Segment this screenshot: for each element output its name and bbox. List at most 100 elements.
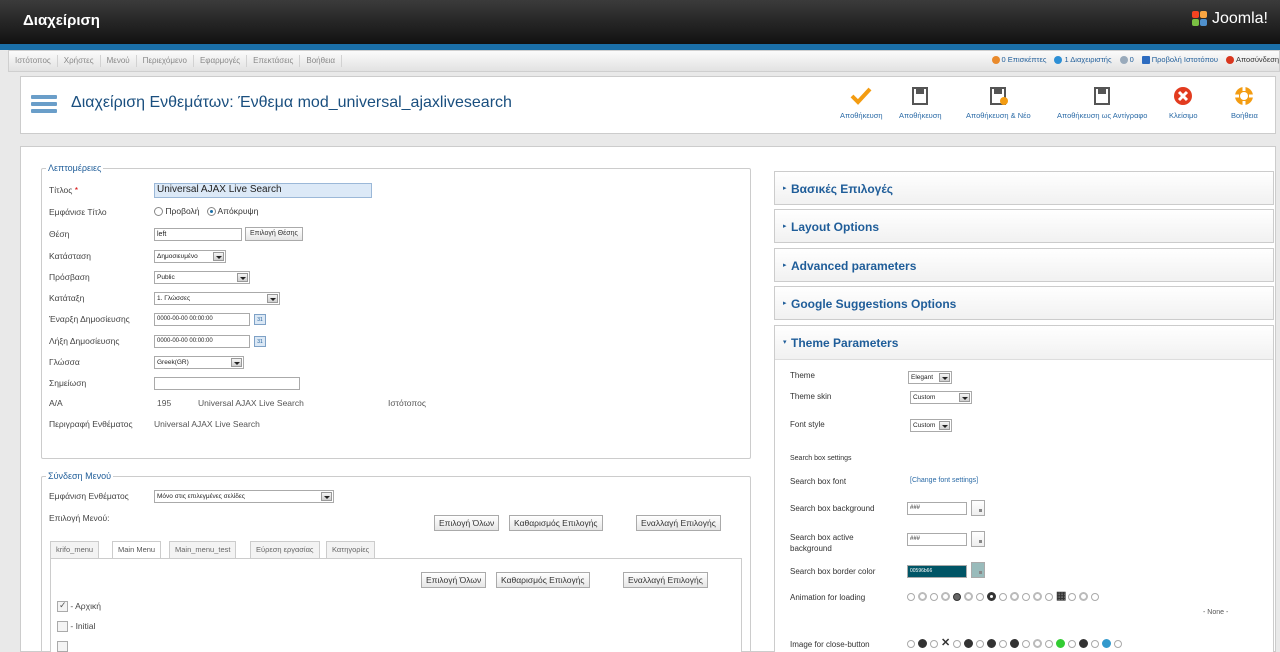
- menu-content[interactable]: Περιεχόμενο: [137, 55, 194, 67]
- close-dark-icon: [1079, 639, 1088, 648]
- save-new-button[interactable]: Αποθήκευση & Νέο: [966, 85, 1031, 120]
- publish-up-input[interactable]: 0000-00-00 00:00:00: [154, 313, 250, 326]
- tab-toggle-selection-button[interactable]: Εναλλαγή Επιλογής: [623, 572, 708, 588]
- module-assignment-select[interactable]: Μόνο στις επιλεγμένες σελίδες: [154, 490, 334, 503]
- language-label: Γλώσσα: [49, 357, 80, 367]
- logout-link[interactable]: Αποσύνδεση: [1225, 55, 1279, 65]
- theme-select[interactable]: Elegant: [908, 371, 952, 384]
- show-radio[interactable]: [154, 207, 163, 217]
- search-box-active-background-input[interactable]: ###: [907, 533, 967, 546]
- search-box-background-input[interactable]: ###: [907, 502, 967, 515]
- menu-users[interactable]: Χρήστες: [58, 55, 101, 67]
- ordering-select[interactable]: 1. Γλώσσες: [154, 292, 280, 305]
- animation-radio[interactable]: [976, 592, 984, 601]
- animation-radio[interactable]: [999, 592, 1007, 601]
- menu-item-checkbox[interactable]: [57, 641, 68, 652]
- save-close-button[interactable]: Αποθήκευση: [899, 85, 942, 120]
- menu-item-home[interactable]: - Αρχική: [57, 600, 101, 613]
- menu-item-next[interactable]: [57, 641, 68, 652]
- animation-radio[interactable]: [1045, 592, 1053, 601]
- theme-skin-select[interactable]: Custom: [910, 391, 972, 404]
- close-image-options: ✕: [907, 638, 1122, 649]
- position-input[interactable]: left: [154, 228, 242, 241]
- tab-categories[interactable]: Κατηγορίες: [326, 541, 376, 558]
- change-font-settings-link[interactable]: [Change font settings]: [910, 477, 978, 484]
- publish-down-input[interactable]: 0000-00-00 00:00:00: [154, 335, 250, 348]
- toggle-selection-button[interactable]: Εναλλαγή Επιλογής: [636, 515, 721, 531]
- tab-select-all-button[interactable]: Επιλογή Όλων: [421, 572, 487, 588]
- hide-radio[interactable]: [206, 207, 216, 217]
- panel-layout-options[interactable]: ▸ Layout Options: [774, 209, 1274, 243]
- menu-item-checkbox[interactable]: [57, 621, 68, 633]
- animation-radio[interactable]: [1091, 592, 1099, 601]
- select-position-button[interactable]: Επιλογή Θέσης: [245, 227, 303, 241]
- messages-status[interactable]: 0: [1119, 55, 1134, 65]
- menu-menus[interactable]: Μενού: [101, 55, 137, 67]
- save-copy-icon: [1090, 85, 1114, 107]
- visitors-status[interactable]: 0 Επισκέπτες: [991, 55, 1046, 65]
- chevron-right-icon: ▸: [783, 185, 787, 192]
- chevron-down-icon: [231, 358, 242, 367]
- panel-basic-options[interactable]: ▸ Βασικές Επιλογές: [774, 171, 1274, 205]
- menu-help[interactable]: Βοήθεια: [300, 55, 343, 67]
- menu-tab-panel: Επιλογή Όλων Καθαρισμός Επιλογής Εναλλαγ…: [50, 558, 742, 652]
- admins-status[interactable]: 1 Διαχειριστής: [1054, 55, 1112, 65]
- status-select[interactable]: Δημοσιευμένο: [154, 250, 226, 263]
- menu-item-initial[interactable]: - Initial: [57, 621, 95, 633]
- color-picker-button[interactable]: [971, 562, 985, 578]
- panel-theme-parameters: ▾ Theme Parameters: [774, 325, 1274, 652]
- calendar-icon[interactable]: 31: [254, 336, 266, 347]
- animation-radio[interactable]: [953, 592, 961, 601]
- panel-google-suggestions[interactable]: ▸ Google Suggestions Options: [774, 286, 1274, 320]
- menu-site[interactable]: Ιστότοπος: [9, 55, 58, 67]
- tab-main-menu-test[interactable]: Main_menu_test: [169, 541, 237, 558]
- clear-selection-button[interactable]: Καθαρισμός Επιλογής: [509, 515, 603, 531]
- close-image-radio[interactable]: [1068, 639, 1076, 648]
- tab-krifo-menu[interactable]: krifo_menu: [50, 541, 100, 558]
- menu-components[interactable]: Εφαρμογές: [194, 55, 248, 67]
- title-input[interactable]: Universal AJAX Live Search: [154, 183, 372, 198]
- view-site-link[interactable]: Προβολή Ιστοτόπου: [1141, 55, 1218, 65]
- description-value: Universal AJAX Live Search: [154, 419, 260, 429]
- spinner-icon: [918, 592, 927, 601]
- chevron-down-icon: [213, 252, 224, 261]
- animation-radio[interactable]: [1022, 592, 1030, 601]
- animation-radio[interactable]: [907, 592, 915, 601]
- menu-extensions[interactable]: Επεκτάσεις: [247, 55, 301, 67]
- messages-icon: [1119, 56, 1128, 65]
- menu-item-checkbox[interactable]: [57, 600, 68, 613]
- save-copy-button[interactable]: Αποθήκευση ως Αντίγραφο: [1057, 85, 1147, 120]
- close-image-radio[interactable]: [976, 639, 984, 648]
- access-select[interactable]: Public: [154, 271, 250, 284]
- close-image-radio[interactable]: [1114, 639, 1122, 648]
- font-style-select[interactable]: Custom: [910, 419, 952, 432]
- color-picker-button[interactable]: [971, 531, 985, 547]
- close-image-radio[interactable]: [930, 639, 938, 648]
- panel-advanced-parameters[interactable]: ▸ Advanced parameters: [774, 248, 1274, 282]
- tab-job-search[interactable]: Εύρεση εργασίας: [250, 541, 320, 558]
- close-image-radio[interactable]: [907, 639, 915, 648]
- show-title-radio-group: Προβολή Απόκρυψη: [154, 206, 258, 217]
- animation-none-option[interactable]: - None -: [1203, 609, 1228, 616]
- close-button[interactable]: Κλείσιμο: [1169, 85, 1198, 120]
- color-picker-button[interactable]: [971, 500, 985, 516]
- select-all-button[interactable]: Επιλογή Όλων: [434, 515, 500, 531]
- tab-main-menu[interactable]: Main Menu: [112, 541, 162, 559]
- close-image-radio[interactable]: [1022, 639, 1030, 648]
- tab-clear-selection-button[interactable]: Καθαρισμός Επιλογής: [496, 572, 590, 588]
- close-icon: [1171, 85, 1195, 107]
- search-box-border-color-input[interactable]: 00596b66: [907, 565, 967, 578]
- note-input[interactable]: [154, 377, 300, 390]
- calendar-icon[interactable]: 31: [254, 314, 266, 325]
- close-image-radio[interactable]: [1045, 639, 1053, 648]
- logout-icon: [1225, 56, 1234, 65]
- help-button[interactable]: Βοήθεια: [1231, 85, 1258, 120]
- close-image-radio[interactable]: [999, 639, 1007, 648]
- animation-radio[interactable]: [930, 592, 938, 601]
- close-image-radio[interactable]: [953, 639, 961, 648]
- apply-button[interactable]: Αποθήκευση: [840, 85, 883, 120]
- theme-panel-header[interactable]: ▾ Theme Parameters: [775, 326, 1273, 360]
- language-select[interactable]: Greek(GR): [154, 356, 244, 369]
- close-image-radio[interactable]: [1091, 639, 1099, 648]
- animation-radio[interactable]: [1068, 592, 1076, 601]
